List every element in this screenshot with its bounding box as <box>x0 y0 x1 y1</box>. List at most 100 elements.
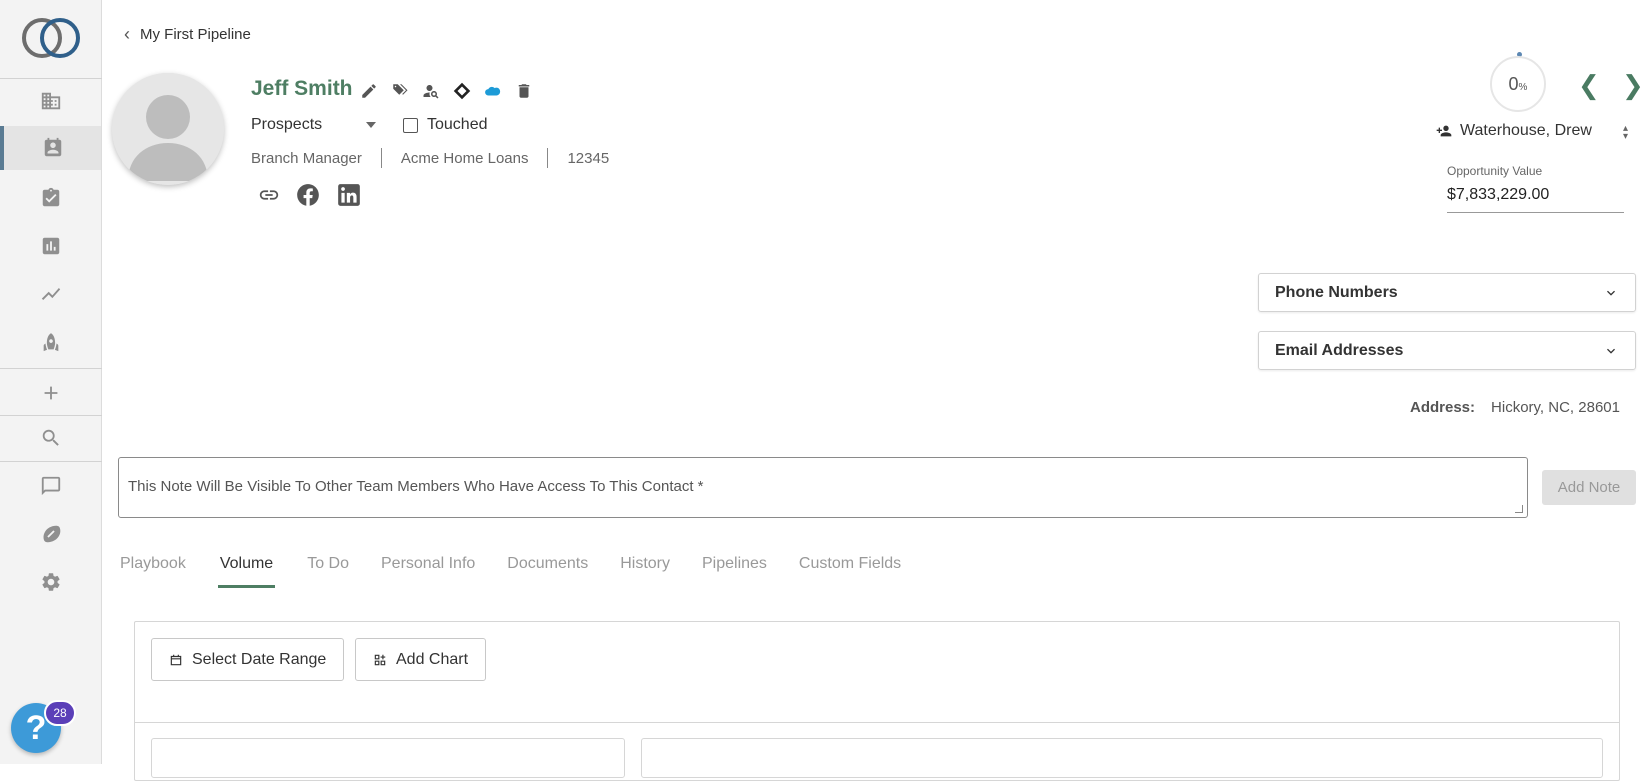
sidebar-item-reports[interactable] <box>0 224 101 268</box>
sidebar-item-launch[interactable] <box>0 320 101 364</box>
clipboard-check-icon <box>42 187 59 207</box>
sidebar-item-playbooks[interactable] <box>0 512 101 556</box>
note-placeholder: This Note Will Be Visible To Other Team … <box>128 478 704 495</box>
address-row: Address: Hickory, NC, 28601 <box>1410 399 1620 416</box>
back-to-pipeline-link[interactable]: ‹ My First Pipeline <box>124 24 251 45</box>
tab-to-do[interactable]: To Do <box>307 555 349 588</box>
add-note-button[interactable]: Add Note <box>1542 470 1636 505</box>
tab-history[interactable]: History <box>620 555 670 588</box>
diamond-icon[interactable] <box>453 82 471 100</box>
caret-down-icon <box>366 122 376 128</box>
contact-card-icon <box>44 137 61 157</box>
football-icon <box>43 525 60 543</box>
sidebar-item-contacts[interactable] <box>0 126 101 170</box>
back-label: My First Pipeline <box>140 26 251 43</box>
add-chart-label: Add Chart <box>396 650 469 668</box>
address-label: Address: <box>1410 399 1476 416</box>
email-addresses-accordion[interactable]: Email Addresses <box>1258 331 1636 370</box>
rocket-icon <box>43 333 58 352</box>
sidebar <box>0 0 102 764</box>
plus-icon <box>44 386 57 400</box>
person-add-icon <box>1436 125 1452 137</box>
calendar-icon <box>170 654 182 665</box>
trending-line-icon <box>41 288 60 300</box>
meta-divider <box>380 148 382 168</box>
status-select[interactable]: Prospects <box>251 116 376 134</box>
social-links <box>258 182 362 208</box>
owner-select[interactable]: Waterhouse, Drew <box>1436 122 1592 140</box>
add-chart-button[interactable]: Add Chart <box>355 638 487 681</box>
linkedin-icon[interactable] <box>336 182 362 208</box>
chart-card <box>641 738 1603 778</box>
touched-checkbox-wrap[interactable]: Touched <box>403 116 488 134</box>
select-date-range-button[interactable]: Select Date Range <box>151 638 345 681</box>
sidebar-item-add[interactable] <box>0 371 101 415</box>
select-date-range-label: Select Date Range <box>192 650 327 668</box>
note-textarea[interactable]: This Note Will Be Visible To Other Team … <box>118 457 1528 518</box>
salesforce-cloud-icon[interactable] <box>484 82 502 100</box>
help-badge-count: 28 <box>44 700 76 726</box>
phone-numbers-accordion[interactable]: Phone Numbers <box>1258 273 1636 312</box>
contact-action-icons <box>360 82 533 100</box>
email-addresses-label: Email Addresses <box>1275 341 1404 359</box>
previous-contact-button[interactable]: ❮ <box>1578 70 1600 101</box>
opportunity-label: Opportunity Value <box>1447 164 1543 178</box>
edit-icon[interactable] <box>360 82 378 100</box>
progress-circle: 0% <box>1490 56 1546 112</box>
building-icon <box>41 92 60 110</box>
touched-label: Touched <box>427 116 488 133</box>
chevron-down-icon <box>1607 290 1615 296</box>
chevron-left-icon: ‹ <box>124 24 130 44</box>
address-value: Hickory, NC, 28601 <box>1491 399 1620 416</box>
trash-icon[interactable] <box>515 82 533 100</box>
touched-checkbox[interactable] <box>403 117 418 133</box>
job-title: Branch Manager <box>251 149 362 167</box>
sidebar-item-messages[interactable] <box>0 464 101 508</box>
add-chart-icon <box>374 654 386 665</box>
person-search-icon[interactable] <box>422 82 440 100</box>
panel-divider <box>134 722 1620 723</box>
chevron-down-icon <box>1607 348 1615 354</box>
meta-divider <box>547 148 549 168</box>
tab-documents[interactable]: Documents <box>507 555 588 588</box>
contact-id: 12345 <box>567 149 610 167</box>
sidebar-divider <box>0 461 102 462</box>
sidebar-item-companies[interactable] <box>0 79 101 123</box>
facebook-icon[interactable] <box>295 182 321 208</box>
tags-icon[interactable] <box>391 82 409 100</box>
tab-volume[interactable]: Volume <box>217 555 276 588</box>
app-logo[interactable] <box>20 16 82 60</box>
opportunity-value: $7,833,229.00 <box>1447 186 1550 203</box>
person-silhouette-icon <box>112 73 224 185</box>
owner-name: Waterhouse, Drew <box>1460 122 1592 139</box>
gear-icon <box>41 573 60 591</box>
tab-playbook[interactable]: Playbook <box>120 555 186 588</box>
chat-icon <box>41 476 60 496</box>
link-icon[interactable] <box>258 184 280 206</box>
tab-custom-fields[interactable]: Custom Fields <box>799 555 901 588</box>
phone-numbers-label: Phone Numbers <box>1275 283 1398 301</box>
contact-name: Jeff Smith <box>251 77 353 100</box>
sidebar-divider <box>0 368 102 369</box>
tab-personal-info[interactable]: Personal Info <box>381 555 475 588</box>
bar-chart-icon <box>42 237 59 255</box>
tab-pipelines[interactable]: Pipelines <box>702 555 767 588</box>
contact-meta: Branch Manager Acme Home Loans 12345 <box>251 148 609 168</box>
sidebar-item-analytics[interactable] <box>0 272 101 316</box>
sidebar-item-settings[interactable] <box>0 560 101 604</box>
status-row: Prospects Touched <box>251 116 488 134</box>
next-contact-button[interactable]: ❯ <box>1622 70 1644 101</box>
status-value: Prospects <box>251 116 323 133</box>
company-name: Acme Home Loans <box>400 149 529 167</box>
progress-value: 0 <box>1508 73 1519 94</box>
progress-unit: % <box>1518 81 1528 93</box>
sidebar-item-search[interactable] <box>0 416 101 460</box>
owner-sort-icon[interactable]: ▴ ▾ <box>1623 124 1628 142</box>
search-icon <box>42 429 59 446</box>
chart-card <box>151 738 625 778</box>
avatar <box>112 73 224 185</box>
contact-tabs: Playbook Volume To Do Personal Info Docu… <box>120 555 901 588</box>
opportunity-value-field[interactable]: Opportunity Value $7,833,229.00 <box>1447 164 1624 213</box>
resize-handle-icon[interactable] <box>1515 505 1523 513</box>
sidebar-item-tasks[interactable] <box>0 176 101 220</box>
